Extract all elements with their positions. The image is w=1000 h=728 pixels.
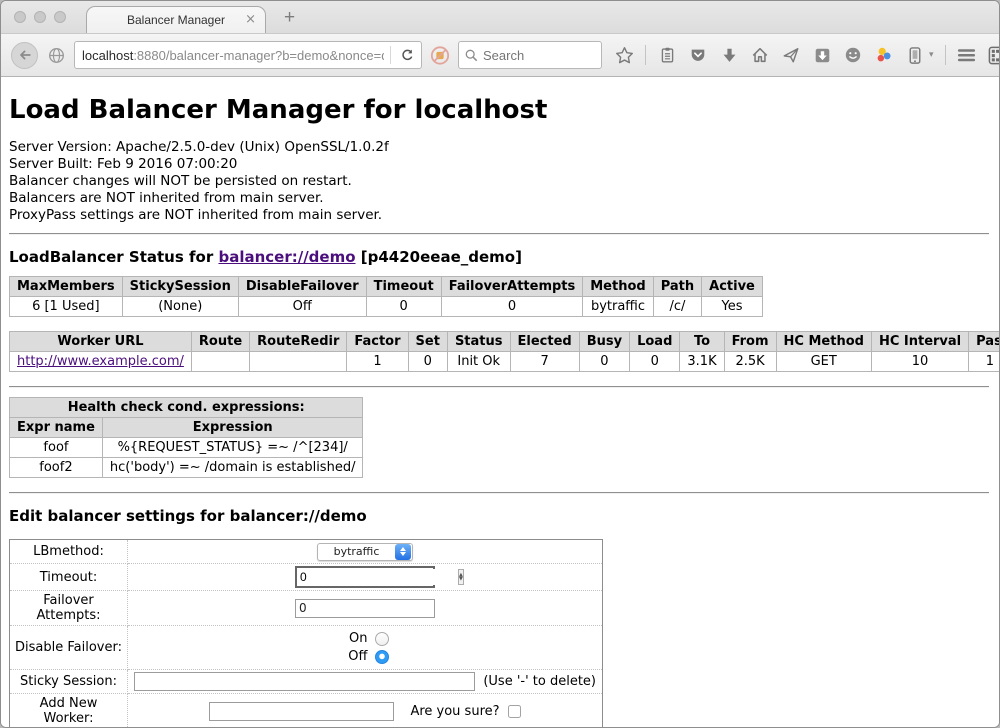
divider xyxy=(9,386,989,388)
tab-bar: Balancer Manager × + xyxy=(1,1,999,33)
back-button[interactable] xyxy=(11,42,38,69)
table-row: foof %{REQUEST_STATUS} =~ /^[234]/ xyxy=(10,438,363,458)
grid-extension-icon[interactable] xyxy=(988,45,1000,65)
page-content: Load Balancer Manager for localhost Serv… xyxy=(1,77,999,727)
browser-window: Balancer Manager × + localhost:8880/bala… xyxy=(0,0,1000,728)
add-worker-input[interactable] xyxy=(209,702,394,721)
sticky-session-label: Sticky Session: xyxy=(10,670,128,694)
search-icon xyxy=(465,49,478,62)
lbmethod-row: LBmethod: bytraffic xyxy=(10,540,603,564)
balancer-persist-note: Balancer changes will NOT be persisted o… xyxy=(9,173,989,190)
feedback-smiley-icon[interactable] xyxy=(843,45,863,65)
timeout-row: Timeout: ▲▼ xyxy=(10,564,603,591)
table-header-row: Expr name Expression xyxy=(10,418,363,438)
loadbalancer-status-heading: LoadBalancer Status for balancer://demo … xyxy=(9,248,989,266)
device-battery-icon[interactable] xyxy=(905,45,925,65)
balancer-inherit-note: Balancers are NOT inherited from main se… xyxy=(9,190,989,207)
select-stepper-icon xyxy=(395,544,411,560)
back-arrow-icon xyxy=(17,47,33,63)
device-dropdown-caret-icon[interactable]: ▾ xyxy=(929,50,934,60)
timeout-input[interactable] xyxy=(297,569,458,585)
divider xyxy=(9,233,989,235)
add-worker-row: Add New Worker: Are you sure? xyxy=(10,694,603,728)
close-window-button[interactable] xyxy=(14,11,26,23)
zoom-window-button[interactable] xyxy=(54,11,66,23)
page-title: Load Balancer Manager for localhost xyxy=(9,95,989,125)
tab-title: Balancer Manager xyxy=(127,13,225,27)
balancer-demo-link[interactable]: balancer://demo xyxy=(218,248,355,266)
radio-on-label: On xyxy=(342,631,368,646)
are-you-sure-label: Are you sure? xyxy=(410,704,499,719)
server-built-line: Server Built: Feb 9 2016 07:00:20 xyxy=(9,156,989,173)
lbmethod-label: LBmethod: xyxy=(10,540,128,564)
radio-off-label: Off xyxy=(342,649,368,664)
failover-attempts-input[interactable] xyxy=(295,599,435,618)
failover-attempts-row: Failover Attempts: xyxy=(10,591,603,626)
table-row: 6 [1 Used] (None) Off 0 0 bytraffic /c/ … xyxy=(10,297,763,317)
disable-failover-row: Disable Failover: On Off xyxy=(10,626,603,670)
traffic-lights xyxy=(14,11,66,23)
tab-balancer-manager[interactable]: Balancer Manager × xyxy=(86,6,266,33)
worker-status-table: Worker URL Route RouteRedir Factor Set S… xyxy=(9,331,999,372)
add-worker-label: Add New Worker: xyxy=(10,694,128,728)
toolbar-icons: ▾ xyxy=(614,45,1000,65)
sticky-session-row: Sticky Session: (Use '-' to delete) xyxy=(10,670,603,694)
tab-close-icon[interactable]: × xyxy=(245,12,256,27)
reload-icon[interactable] xyxy=(397,45,417,65)
disable-failover-label: Disable Failover: xyxy=(10,626,128,670)
globe-icon xyxy=(46,45,66,65)
home-icon[interactable] xyxy=(750,45,770,65)
search-bar[interactable] xyxy=(458,41,602,69)
disable-failover-off-radio[interactable] xyxy=(375,650,389,664)
worker-url-link[interactable]: http://www.example.com/ xyxy=(17,354,184,369)
navigation-toolbar: localhost:8880/balancer-manager?b=demo&n… xyxy=(1,33,999,77)
table-header-row: MaxMembers StickySession DisableFailover… xyxy=(10,277,763,297)
timeout-label: Timeout: xyxy=(10,564,128,591)
divider xyxy=(9,492,989,494)
save-page-icon[interactable] xyxy=(812,45,832,65)
url-host: localhost xyxy=(82,48,133,63)
search-input[interactable] xyxy=(483,48,583,63)
health-check-table: Health check cond. expressions: Expr nam… xyxy=(9,397,363,478)
new-tab-button[interactable]: + xyxy=(284,7,295,29)
url-path: :8880/balancer-manager?b=demo&nonce=decc… xyxy=(133,48,384,63)
failover-attempts-label: Failover Attempts: xyxy=(10,591,128,626)
reading-list-icon[interactable] xyxy=(657,45,677,65)
edit-balancer-heading: Edit balancer settings for balancer://de… xyxy=(9,507,989,525)
are-you-sure-checkbox[interactable] xyxy=(508,705,521,718)
colored-dots-extension-icon[interactable] xyxy=(874,45,894,65)
proxypass-inherit-note: ProxyPass settings are NOT inherited fro… xyxy=(9,207,989,224)
sticky-session-input[interactable] xyxy=(134,672,475,691)
pocket-icon[interactable] xyxy=(688,45,708,65)
downloads-icon[interactable] xyxy=(719,45,739,65)
minimize-window-button[interactable] xyxy=(34,11,46,23)
table-header-row: Worker URL Route RouteRedir Factor Set S… xyxy=(10,332,1000,352)
balancer-status-table: MaxMembers StickySession DisableFailover… xyxy=(9,276,763,317)
table-row: http://www.example.com/ 1 0 Init Ok 7 0 … xyxy=(10,352,1000,372)
sticky-delete-hint: (Use '-' to delete) xyxy=(483,674,596,689)
content-blocked-icon[interactable] xyxy=(430,45,450,65)
url-text[interactable]: localhost:8880/balancer-manager?b=demo&n… xyxy=(82,48,384,63)
bookmark-star-icon[interactable] xyxy=(614,45,634,65)
table-row: foof2 hc('body') =~ /domain is establish… xyxy=(10,458,363,478)
edit-balancer-form: LBmethod: bytraffic Timeout: ▲▼ xyxy=(9,539,603,727)
timeout-input-wrap: ▲▼ xyxy=(295,566,435,588)
menu-hamburger-icon[interactable] xyxy=(957,45,977,65)
table-title-row: Health check cond. expressions: xyxy=(10,398,363,418)
url-bar[interactable]: localhost:8880/balancer-manager?b=demo&n… xyxy=(74,41,422,69)
server-version-line: Server Version: Apache/2.5.0-dev (Unix) … xyxy=(9,139,989,156)
share-send-icon[interactable] xyxy=(781,45,801,65)
disable-failover-on-radio[interactable] xyxy=(375,632,389,646)
number-spinner-icon[interactable]: ▲▼ xyxy=(458,569,464,585)
lbmethod-select[interactable]: bytraffic xyxy=(317,543,413,561)
